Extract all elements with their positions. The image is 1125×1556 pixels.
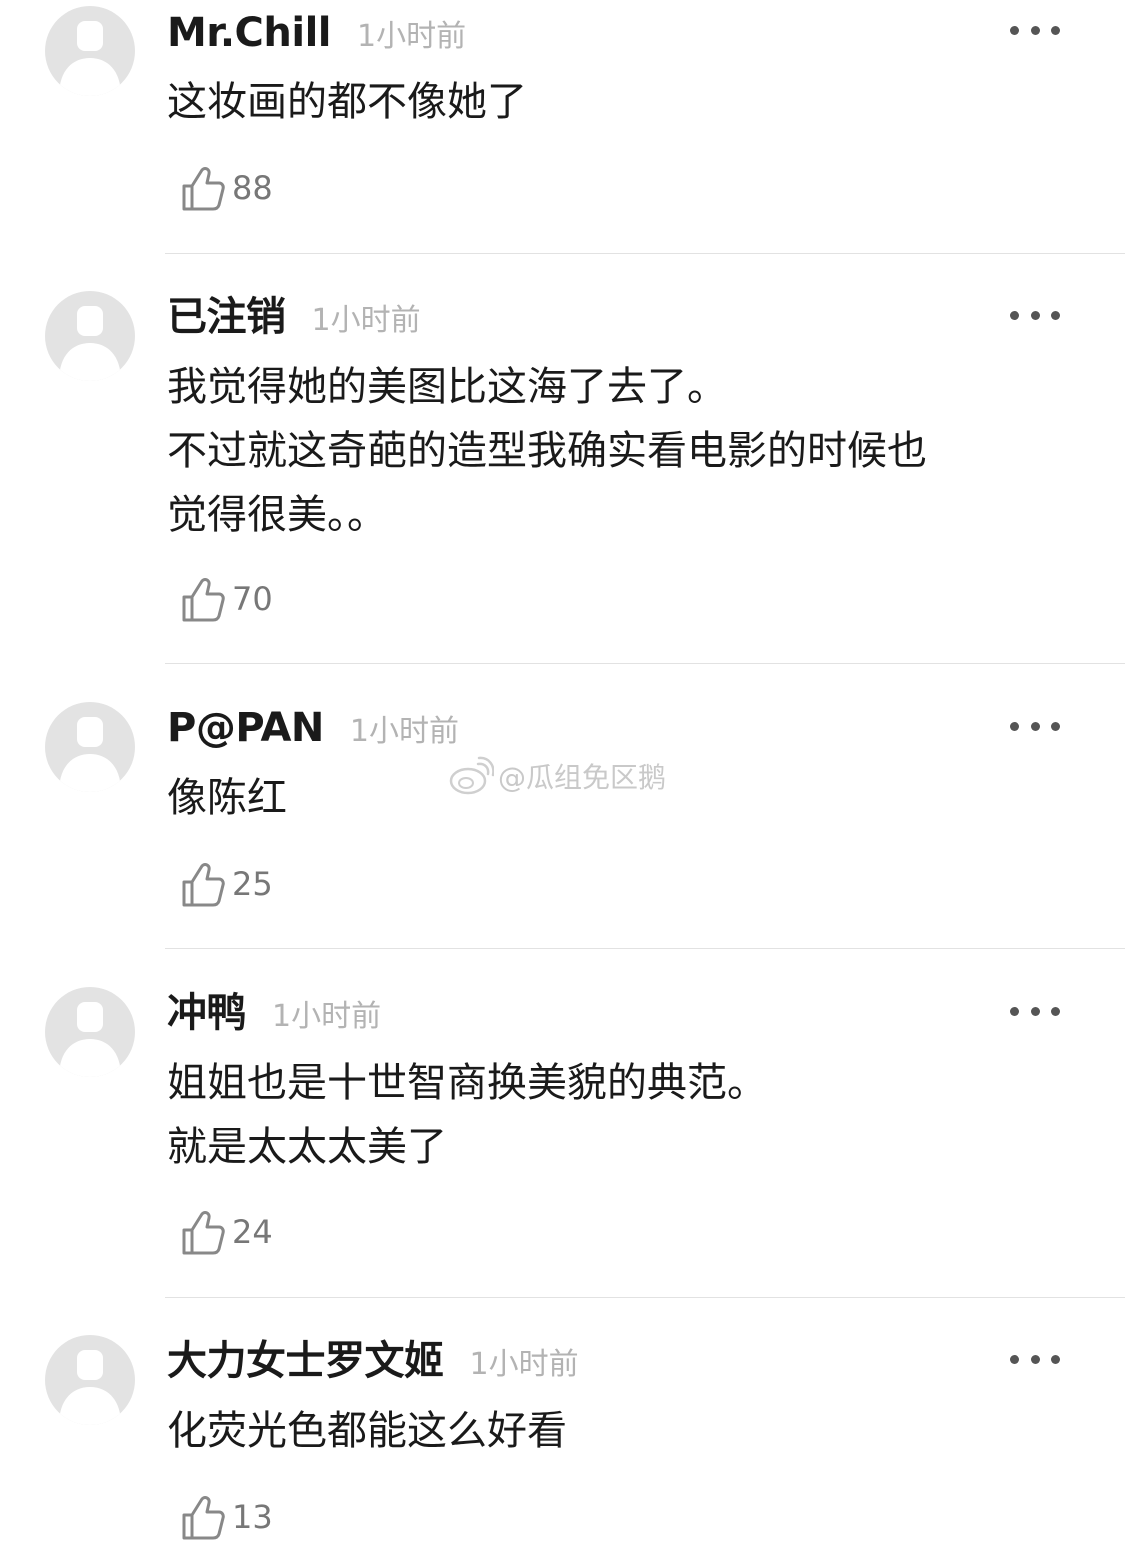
comment-line: 这妆画的都不像她了 <box>167 79 527 125</box>
divider <box>165 663 1125 664</box>
more-options-icon[interactable] <box>1010 718 1060 734</box>
comment-text: 化荧光色都能这么好看 <box>167 1399 567 1463</box>
comment-line: 我觉得她的美图比这海了去了。 <box>167 364 727 410</box>
like-button[interactable]: 88 <box>180 163 273 213</box>
comment-time: 1小时前 <box>311 303 421 338</box>
weibo-logo-icon <box>449 756 494 795</box>
comment-username[interactable]: Mr.Chill 1小时前 <box>167 13 466 53</box>
like-button[interactable]: 13 <box>180 1492 273 1542</box>
thumbs-up-icon <box>182 167 225 211</box>
comment-line: 化荧光色都能这么好看 <box>167 1408 567 1454</box>
comment-text: 像陈红 <box>167 766 287 830</box>
default-avatar-icon[interactable] <box>45 987 135 1077</box>
comment-time: 1小时前 <box>357 19 467 54</box>
default-avatar-icon[interactable] <box>45 1335 135 1425</box>
default-avatar-icon[interactable] <box>45 6 135 96</box>
username-text[interactable]: 已注销 <box>167 294 286 340</box>
like-button[interactable]: 25 <box>180 859 273 909</box>
thumbs-up-icon <box>182 578 225 622</box>
divider <box>165 1297 1125 1298</box>
comment-time: 1小时前 <box>272 999 382 1034</box>
watermark-text: @瓜组免区鹅 <box>498 761 667 794</box>
comment-username[interactable]: 已注销 1小时前 <box>167 297 421 337</box>
like-button[interactable]: 70 <box>180 574 273 624</box>
username-text[interactable]: P@PAN <box>167 705 324 751</box>
comment-username[interactable]: P@PAN 1小时前 <box>167 708 459 748</box>
username-text[interactable]: Mr.Chill <box>167 10 332 56</box>
more-options-icon[interactable] <box>1010 1003 1060 1019</box>
username-text[interactable]: 大力女士罗文姬 <box>167 1338 444 1384</box>
comment-line: 就是太太太美了 <box>167 1124 447 1170</box>
comment-username[interactable]: 冲鸭 1小时前 <box>167 993 381 1033</box>
default-avatar-icon[interactable] <box>45 291 135 381</box>
username-text[interactable]: 冲鸭 <box>167 990 247 1036</box>
watermark: @瓜组免区鹅 <box>448 756 666 796</box>
thumbs-up-icon <box>182 863 225 907</box>
divider <box>165 948 1125 949</box>
like-count: 88 <box>232 169 273 207</box>
thumbs-up-icon <box>182 1496 225 1540</box>
comment-text: 姐姐也是十世智商换美貌的典范。 就是太太太美了 <box>167 1051 767 1179</box>
comment-time: 1小时前 <box>349 714 459 749</box>
comment-line: 觉得很美。。 <box>167 492 387 538</box>
divider <box>165 253 1125 254</box>
more-options-icon[interactable] <box>1010 22 1060 38</box>
like-count: 13 <box>232 1498 273 1536</box>
comment-username[interactable]: 大力女士罗文姬 1小时前 <box>167 1341 579 1381</box>
comment-line: 姐姐也是十世智商换美貌的典范。 <box>167 1060 767 1106</box>
comment-text: 这妆画的都不像她了 <box>167 70 527 134</box>
comment-time: 1小时前 <box>469 1347 579 1382</box>
comment-text: 我觉得她的美图比这海了去了。 不过就这奇葩的造型我确实看电影的时候也 觉得很美。… <box>167 355 927 547</box>
more-options-icon[interactable] <box>1010 307 1060 323</box>
thumbs-up-icon <box>182 1211 225 1255</box>
default-avatar-icon[interactable] <box>45 702 135 792</box>
comment-line: 不过就这奇葩的造型我确实看电影的时候也 <box>167 428 927 474</box>
more-options-icon[interactable] <box>1010 1351 1060 1367</box>
like-count: 70 <box>232 580 273 618</box>
like-count: 24 <box>232 1213 273 1251</box>
like-count: 25 <box>232 865 273 903</box>
comment-line: 像陈红 <box>167 775 287 821</box>
like-button[interactable]: 24 <box>180 1207 273 1257</box>
